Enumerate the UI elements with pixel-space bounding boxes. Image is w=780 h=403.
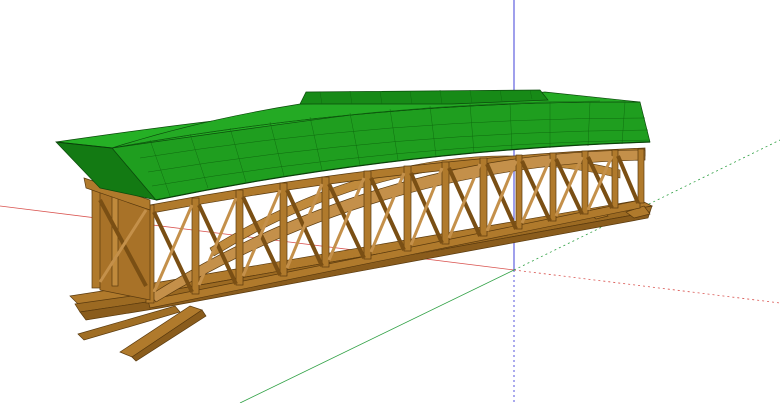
scene-canvas[interactable] bbox=[0, 0, 780, 403]
sketchup-3d-viewport[interactable] bbox=[0, 0, 780, 403]
covered-bridge-model[interactable] bbox=[55, 89, 654, 362]
green-axis-solid bbox=[239, 269, 515, 403]
red-axis-dotted bbox=[513, 269, 780, 304]
bridge-deck bbox=[69, 199, 654, 362]
